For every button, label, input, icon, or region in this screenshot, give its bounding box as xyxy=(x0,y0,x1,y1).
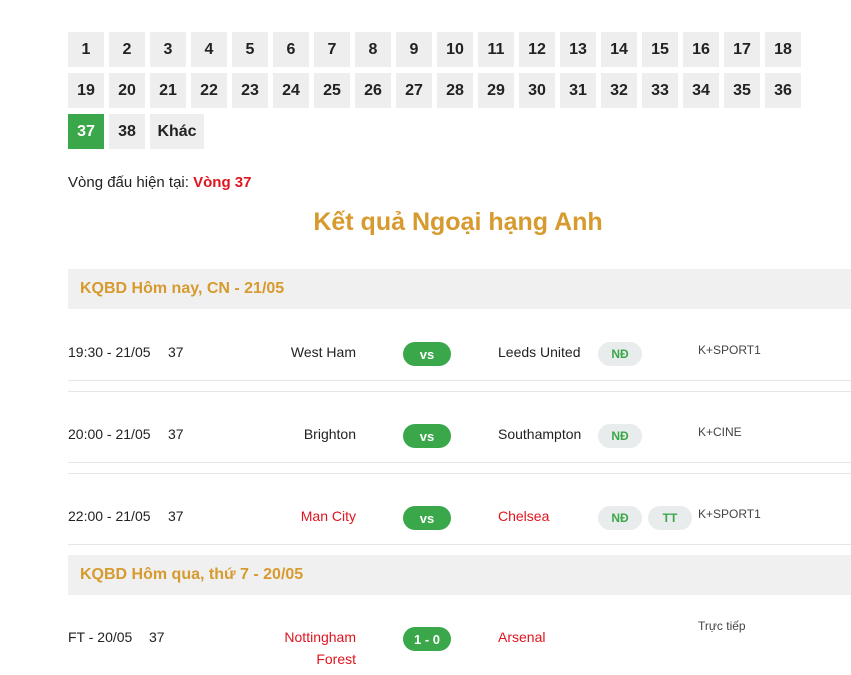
away-team[interactable]: Southampton xyxy=(498,426,581,442)
round-button-21[interactable]: 21 xyxy=(150,73,186,108)
current-round-label: Vòng đấu hiện tại: xyxy=(68,174,189,191)
round-button-17[interactable]: 17 xyxy=(724,32,760,67)
row-divider xyxy=(68,391,851,392)
match-time: 20:00 - 21/05 xyxy=(68,426,151,442)
row-divider xyxy=(68,473,851,474)
away-team[interactable]: Leeds United xyxy=(498,344,581,360)
match-row: 20:00 - 21/05 37 Brighton vs Southampton… xyxy=(68,402,851,474)
score-button[interactable]: 1 - 0 xyxy=(403,627,451,651)
home-team[interactable]: Brighton xyxy=(304,423,356,445)
round-button-15[interactable]: 15 xyxy=(642,32,678,67)
round-button-31[interactable]: 31 xyxy=(560,73,596,108)
away-team[interactable]: Arsenal xyxy=(498,629,545,645)
round-button-1[interactable]: 1 xyxy=(68,32,104,67)
tv-channel: K+SPORT1 xyxy=(698,343,761,357)
match-round: 37 xyxy=(168,508,184,524)
round-button-34[interactable]: 34 xyxy=(683,73,719,108)
nd-chip[interactable]: NĐ xyxy=(598,342,642,366)
row-divider xyxy=(68,544,851,545)
match-round: 37 xyxy=(149,629,165,645)
round-button-19[interactable]: 19 xyxy=(68,73,104,108)
match-round: 37 xyxy=(168,344,184,360)
row-divider xyxy=(68,380,851,381)
section-header-yesterday: KQBD Hôm qua, thứ 7 - 20/05 xyxy=(68,555,851,595)
round-button-10[interactable]: 10 xyxy=(437,32,473,67)
round-button-4[interactable]: 4 xyxy=(191,32,227,67)
round-button-5[interactable]: 5 xyxy=(232,32,268,67)
score-button[interactable]: vs xyxy=(403,342,451,366)
round-button-36[interactable]: 36 xyxy=(765,73,801,108)
tv-channel: K+SPORT1 xyxy=(698,507,761,521)
round-button-26[interactable]: 26 xyxy=(355,73,391,108)
home-team[interactable]: Man City xyxy=(301,505,356,527)
away-team[interactable]: Chelsea xyxy=(498,508,549,524)
home-team-line1: Nottingham xyxy=(284,629,356,645)
live-link[interactable]: Trực tiếp xyxy=(698,619,746,633)
round-button-38[interactable]: 38 xyxy=(109,114,145,149)
round-button-23[interactable]: 23 xyxy=(232,73,268,108)
current-round-info: Vòng đấu hiện tại: Vòng 37 xyxy=(68,174,251,191)
tv-channel: K+CINE xyxy=(698,425,742,439)
round-button-7[interactable]: 7 xyxy=(314,32,350,67)
round-button-13[interactable]: 13 xyxy=(560,32,596,67)
home-team[interactable]: West Ham xyxy=(291,341,356,363)
match-row: 19:30 - 21/05 37 West Ham vs Leeds Unite… xyxy=(68,320,851,392)
round-button-16[interactable]: 16 xyxy=(683,32,719,67)
home-team[interactable]: Nottingham Forest xyxy=(284,626,356,670)
round-button-24[interactable]: 24 xyxy=(273,73,309,108)
nd-chip[interactable]: NĐ xyxy=(598,424,642,448)
round-button-6[interactable]: 6 xyxy=(273,32,309,67)
round-button-35[interactable]: 35 xyxy=(724,73,760,108)
round-button-2[interactable]: 2 xyxy=(109,32,145,67)
match-round: 37 xyxy=(168,426,184,442)
round-button-8[interactable]: 8 xyxy=(355,32,391,67)
round-button-3[interactable]: 3 xyxy=(150,32,186,67)
round-button-22[interactable]: 22 xyxy=(191,73,227,108)
nd-chip[interactable]: NĐ xyxy=(598,506,642,530)
round-button-20[interactable]: 20 xyxy=(109,73,145,108)
round-button-27[interactable]: 27 xyxy=(396,73,432,108)
round-button-28[interactable]: 28 xyxy=(437,73,473,108)
row-divider xyxy=(68,462,851,463)
section-header-today: KQBD Hôm nay, CN - 21/05 xyxy=(68,269,851,309)
round-button-11[interactable]: 11 xyxy=(478,32,514,67)
tt-chip[interactable]: TT xyxy=(648,506,692,530)
score-button[interactable]: vs xyxy=(403,424,451,448)
match-time: 22:00 - 21/05 xyxy=(68,508,151,524)
round-button-18[interactable]: 18 xyxy=(765,32,801,67)
round-button-29[interactable]: 29 xyxy=(478,73,514,108)
round-button-12[interactable]: 12 xyxy=(519,32,555,67)
match-row: 22:00 - 21/05 37 Man City vs Chelsea NĐ … xyxy=(68,484,851,556)
round-button-32[interactable]: 32 xyxy=(601,73,637,108)
current-round-value[interactable]: Vòng 37 xyxy=(193,174,251,191)
match-time: FT - 20/05 xyxy=(68,629,133,645)
match-time: 19:30 - 21/05 xyxy=(68,344,151,360)
score-button[interactable]: vs xyxy=(403,506,451,530)
round-button-25[interactable]: 25 xyxy=(314,73,350,108)
page-title: Kết quả Ngoại hạng Anh xyxy=(313,208,603,236)
other-rounds-button[interactable]: Khác xyxy=(150,114,204,149)
round-button-30[interactable]: 30 xyxy=(519,73,555,108)
round-button-9[interactable]: 9 xyxy=(396,32,432,67)
round-button-14[interactable]: 14 xyxy=(601,32,637,67)
home-team-line2: Forest xyxy=(316,651,356,667)
round-button-33[interactable]: 33 xyxy=(642,73,678,108)
round-button-37-active[interactable]: 37 xyxy=(68,114,104,149)
match-row: FT - 20/05 37 Nottingham Forest 1 - 0 Ar… xyxy=(68,605,851,675)
